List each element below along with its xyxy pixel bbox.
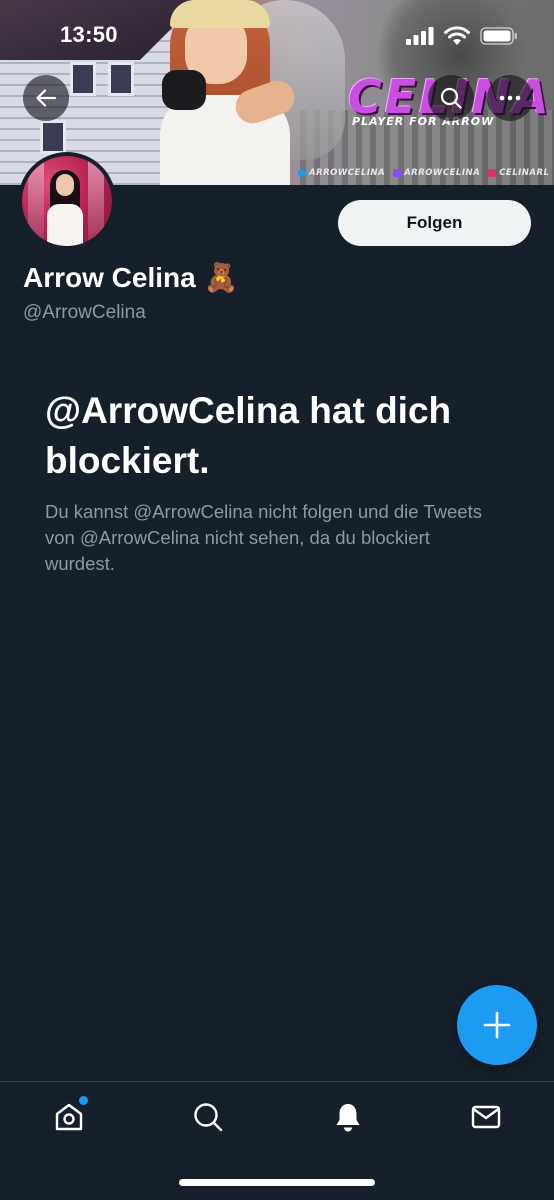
compose-tweet-button[interactable] xyxy=(457,985,537,1065)
twitch-icon xyxy=(393,169,402,177)
banner-social-twitch: ARROWCELINA xyxy=(393,168,480,178)
home-indicator[interactable] xyxy=(179,1179,375,1186)
nav-search[interactable] xyxy=(191,1100,225,1134)
banner-social-twitter: ARROWCELINA xyxy=(298,168,385,178)
social-label: ARROWCELINA xyxy=(404,168,481,178)
more-button[interactable] xyxy=(487,75,533,121)
more-horizontal-icon xyxy=(499,95,521,101)
banner-socials: ARROWCELINA ARROWCELINA CELINARL xyxy=(298,168,549,178)
blocked-title: @ArrowCelina hat dich blockiert. xyxy=(45,390,452,481)
bell-icon xyxy=(336,1104,360,1132)
nav-home[interactable] xyxy=(52,1096,88,1134)
social-label: CELINARL xyxy=(499,168,550,178)
search-icon xyxy=(440,87,462,109)
mail-icon xyxy=(471,1105,501,1129)
display-name-text: Arrow Celina xyxy=(23,262,196,293)
back-button[interactable] xyxy=(23,75,69,121)
wifi-icon xyxy=(444,26,470,45)
avatar[interactable] xyxy=(18,152,116,250)
signal-icon xyxy=(406,26,434,45)
status-icons xyxy=(406,26,518,45)
twitter-icon xyxy=(298,169,306,177)
blocked-description: Du kannst @ArrowCelina nicht folgen und … xyxy=(45,501,482,574)
instagram-icon xyxy=(488,169,497,177)
banner-brand-subtitle: PLAYER FOR ARROW xyxy=(352,115,495,128)
status-time: 13:50 xyxy=(60,22,118,47)
banner-social-instagram: CELINARL xyxy=(488,168,549,178)
plus-icon xyxy=(483,1011,511,1039)
nav-messages[interactable] xyxy=(469,1100,503,1134)
nav-notifications[interactable] xyxy=(331,1100,365,1134)
battery-icon xyxy=(480,26,517,45)
home-icon xyxy=(55,1103,83,1131)
status-bar: 13:50 xyxy=(0,0,554,70)
profile-handle: @ArrowCelina xyxy=(23,302,146,323)
avatar-image xyxy=(22,156,112,246)
notification-dot xyxy=(79,1096,88,1105)
social-label: ARROWCELINA xyxy=(309,168,386,178)
arrow-left-icon xyxy=(36,89,57,107)
search-button[interactable] xyxy=(428,75,474,121)
search-icon xyxy=(194,1103,223,1132)
profile-display-name: Arrow Celina 🧸 xyxy=(23,262,239,294)
banner-window xyxy=(40,120,66,154)
follow-button[interactable]: Folgen xyxy=(338,200,531,246)
teddy-bear-emoji: 🧸 xyxy=(203,261,239,294)
